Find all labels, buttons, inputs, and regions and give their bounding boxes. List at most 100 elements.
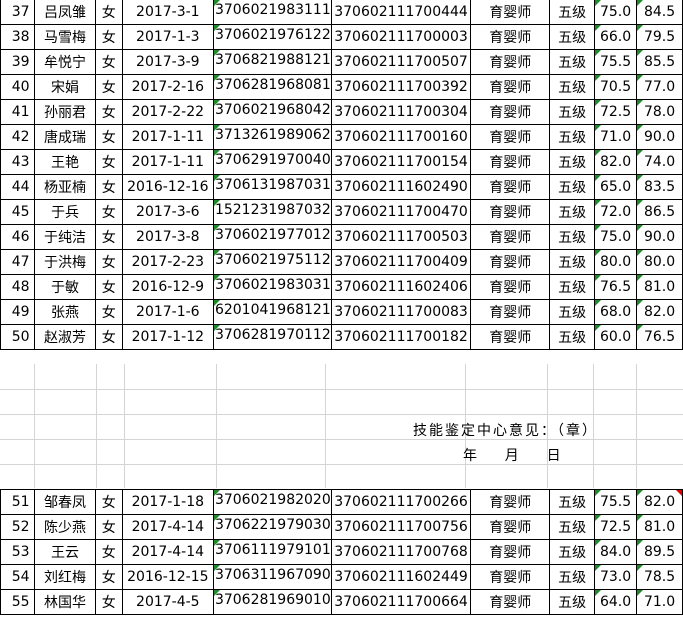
skill-score-cell[interactable]: 83.5 bbox=[636, 174, 683, 200]
id-number-cell[interactable]: 3706281969010 bbox=[212, 589, 332, 615]
gender-cell[interactable]: 女 bbox=[94, 564, 123, 590]
certificate-number-cell[interactable]: 370602111700507 bbox=[330, 49, 472, 75]
date-cell[interactable]: 2017-2-23 bbox=[121, 249, 214, 275]
occupation-cell[interactable]: 育婴师 bbox=[470, 99, 551, 125]
id-number-cell[interactable]: 3706021975112 bbox=[212, 249, 332, 275]
skill-score-cell[interactable]: 78.0 bbox=[636, 99, 683, 125]
gender-cell[interactable]: 女 bbox=[94, 124, 123, 150]
row-number[interactable]: 47 bbox=[0, 249, 36, 275]
row-number[interactable]: 40 bbox=[0, 74, 36, 100]
gender-cell[interactable]: 女 bbox=[94, 539, 123, 565]
gender-cell[interactable]: 女 bbox=[94, 49, 123, 75]
name-cell[interactable]: 宋娟 bbox=[34, 74, 96, 100]
theory-score-cell[interactable]: 72.5 bbox=[593, 99, 638, 125]
gender-cell[interactable]: 女 bbox=[94, 0, 123, 25]
occupation-cell[interactable]: 育婴师 bbox=[470, 199, 551, 225]
level-cell[interactable]: 五级 bbox=[549, 514, 595, 540]
date-cell[interactable]: 2017-1-3 bbox=[121, 24, 214, 50]
level-cell[interactable]: 五级 bbox=[549, 564, 595, 590]
skill-score-cell[interactable]: 86.5 bbox=[636, 199, 683, 225]
name-cell[interactable]: 于兵 bbox=[34, 199, 96, 225]
row-number[interactable]: 44 bbox=[0, 174, 36, 200]
name-cell[interactable]: 邹春凤 bbox=[34, 489, 96, 515]
date-cell[interactable]: 2017-2-22 bbox=[121, 99, 214, 125]
certificate-number-cell[interactable]: 370602111700160 bbox=[330, 124, 472, 150]
level-cell[interactable]: 五级 bbox=[549, 249, 595, 275]
date-cell[interactable]: 2017-3-1 bbox=[121, 0, 214, 25]
certificate-number-cell[interactable]: 370602111700154 bbox=[330, 149, 472, 175]
theory-score-cell[interactable]: 71.0 bbox=[593, 124, 638, 150]
skill-score-cell[interactable]: 89.5 bbox=[636, 539, 683, 565]
name-cell[interactable]: 陈少燕 bbox=[34, 514, 96, 540]
skill-score-cell[interactable]: 85.5 bbox=[636, 49, 683, 75]
id-number-cell[interactable]: 3706021983111 bbox=[212, 0, 332, 25]
level-cell[interactable]: 五级 bbox=[549, 299, 595, 325]
row-number[interactable]: 52 bbox=[0, 514, 36, 540]
gender-cell[interactable]: 女 bbox=[94, 249, 123, 275]
date-cell[interactable]: 2016-12-16 bbox=[121, 174, 214, 200]
skill-score-cell[interactable]: 84.5 bbox=[636, 0, 683, 25]
certificate-number-cell[interactable]: 370602111602449 bbox=[330, 564, 472, 590]
id-number-cell[interactable]: 3706281970112 bbox=[212, 324, 332, 350]
skill-score-cell[interactable]: 71.0 bbox=[636, 589, 683, 615]
level-cell[interactable]: 五级 bbox=[549, 124, 595, 150]
date-cell[interactable]: 2016-12-15 bbox=[121, 564, 214, 590]
level-cell[interactable]: 五级 bbox=[549, 174, 595, 200]
certificate-number-cell[interactable]: 370602111700182 bbox=[330, 324, 472, 350]
theory-score-cell[interactable]: 70.5 bbox=[593, 74, 638, 100]
certificate-number-cell[interactable]: 370602111700392 bbox=[330, 74, 472, 100]
gender-cell[interactable]: 女 bbox=[94, 199, 123, 225]
level-cell[interactable]: 五级 bbox=[549, 149, 595, 175]
name-cell[interactable]: 王云 bbox=[34, 539, 96, 565]
name-cell[interactable]: 唐成瑞 bbox=[34, 124, 96, 150]
row-number[interactable]: 49 bbox=[0, 299, 36, 325]
row-number[interactable]: 37 bbox=[0, 0, 36, 25]
certificate-number-cell[interactable]: 370602111700664 bbox=[330, 589, 472, 615]
skill-score-cell[interactable]: 80.0 bbox=[636, 249, 683, 275]
occupation-cell[interactable]: 育婴师 bbox=[470, 149, 551, 175]
id-number-cell[interactable]: 3706021977012 bbox=[212, 224, 332, 250]
occupation-cell[interactable]: 育婴师 bbox=[470, 74, 551, 100]
certificate-number-cell[interactable]: 370602111700470 bbox=[330, 199, 472, 225]
name-cell[interactable]: 孙丽君 bbox=[34, 99, 96, 125]
gender-cell[interactable]: 女 bbox=[94, 274, 123, 300]
id-number-cell[interactable]: 6201041968121 bbox=[212, 299, 332, 325]
skill-score-cell[interactable]: 90.0 bbox=[636, 124, 683, 150]
occupation-cell[interactable]: 育婴师 bbox=[470, 24, 551, 50]
theory-score-cell[interactable]: 65.0 bbox=[593, 174, 638, 200]
theory-score-cell[interactable]: 72.5 bbox=[593, 514, 638, 540]
id-number-cell[interactable]: 1521231987032 bbox=[212, 199, 332, 225]
certificate-number-cell[interactable]: 370602111700444 bbox=[330, 0, 472, 25]
name-cell[interactable]: 于洪梅 bbox=[34, 249, 96, 275]
gender-cell[interactable]: 女 bbox=[94, 74, 123, 100]
date-cell[interactable]: 2017-3-8 bbox=[121, 224, 214, 250]
certificate-number-cell[interactable]: 370602111700083 bbox=[330, 299, 472, 325]
row-number[interactable]: 39 bbox=[0, 49, 36, 75]
gender-cell[interactable]: 女 bbox=[94, 224, 123, 250]
occupation-cell[interactable]: 育婴师 bbox=[470, 324, 551, 350]
certificate-number-cell[interactable]: 370602111700003 bbox=[330, 24, 472, 50]
level-cell[interactable]: 五级 bbox=[549, 224, 595, 250]
id-number-cell[interactable]: 3706021968042 bbox=[212, 99, 332, 125]
skill-score-cell[interactable]: 76.5 bbox=[636, 324, 683, 350]
certificate-number-cell[interactable]: 370602111700266 bbox=[330, 489, 472, 515]
row-number[interactable]: 42 bbox=[0, 124, 36, 150]
level-cell[interactable]: 五级 bbox=[549, 324, 595, 350]
id-number-cell[interactable]: 3706221979030 bbox=[212, 514, 332, 540]
date-cell[interactable]: 2017-1-6 bbox=[121, 299, 214, 325]
name-cell[interactable]: 杨亚楠 bbox=[34, 174, 96, 200]
occupation-cell[interactable]: 育婴师 bbox=[470, 299, 551, 325]
row-number[interactable]: 45 bbox=[0, 199, 36, 225]
theory-score-cell[interactable]: 68.0 bbox=[593, 299, 638, 325]
id-number-cell[interactable]: 3706021976122 bbox=[212, 24, 332, 50]
gender-cell[interactable]: 女 bbox=[94, 489, 123, 515]
name-cell[interactable]: 赵淑芳 bbox=[34, 324, 96, 350]
row-number[interactable]: 38 bbox=[0, 24, 36, 50]
occupation-cell[interactable]: 育婴师 bbox=[470, 589, 551, 615]
row-number[interactable]: 54 bbox=[0, 564, 36, 590]
occupation-cell[interactable]: 育婴师 bbox=[470, 224, 551, 250]
name-cell[interactable]: 于敏 bbox=[34, 274, 96, 300]
id-number-cell[interactable]: 3706021983031 bbox=[212, 274, 332, 300]
level-cell[interactable]: 五级 bbox=[549, 274, 595, 300]
theory-score-cell[interactable]: 72.0 bbox=[593, 199, 638, 225]
